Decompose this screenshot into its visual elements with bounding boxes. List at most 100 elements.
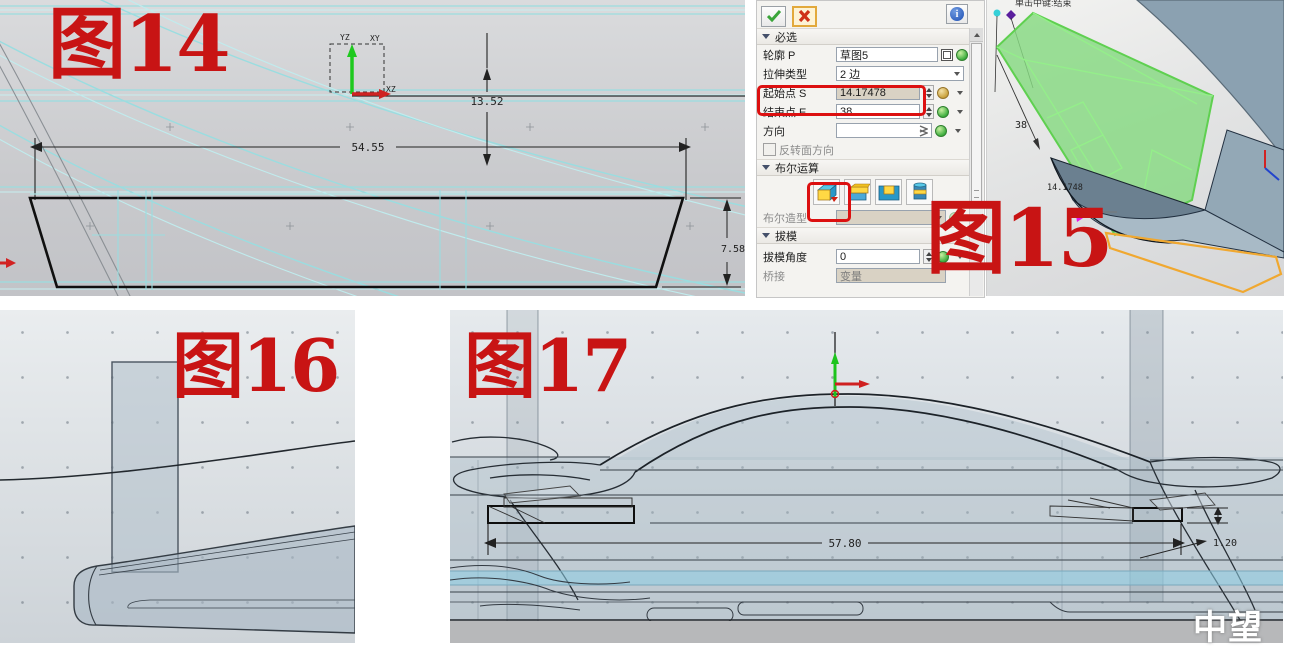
end-point-label: 结束点 E xyxy=(763,104,833,120)
dim-text-7-58: 7.58 xyxy=(721,244,745,255)
draft-angle-input[interactable]: 0 xyxy=(836,249,920,264)
point-marker-icon xyxy=(994,10,1001,17)
draft-angle-dropdown[interactable] xyxy=(952,249,963,264)
ok-button[interactable] xyxy=(761,6,786,27)
boolean-remove-icon xyxy=(877,182,901,202)
boolean-remove-button[interactable] xyxy=(875,179,902,205)
section-boolean[interactable]: 布尔运算 xyxy=(757,159,970,176)
fig15-canvas: 单击中键:结束 38 xyxy=(987,0,1284,296)
extrude-type-label: 拉伸类型 xyxy=(763,66,833,82)
row-draft-angle: 拔模角度 0 xyxy=(757,247,970,266)
check-icon xyxy=(767,10,781,22)
draft-angle-label: 拔模角度 xyxy=(763,249,833,265)
row-bridge: 桥接 变量 xyxy=(757,266,970,285)
x-axis-arrow-icon xyxy=(859,380,870,388)
section-boolean-label: 布尔运算 xyxy=(775,160,819,176)
draft-angle-spinner[interactable] xyxy=(923,249,934,264)
start-point-spinner[interactable] xyxy=(923,85,934,100)
fig16-canvas xyxy=(0,310,355,643)
direction-input[interactable] xyxy=(836,123,932,138)
viewport-fig16[interactable]: 图16 xyxy=(0,310,355,643)
start-point-input[interactable]: 14.17478 xyxy=(836,85,920,100)
view-axis-arrow-icon xyxy=(0,258,16,268)
section-required[interactable]: 必选 xyxy=(757,28,970,45)
chevron-down-icon xyxy=(957,255,963,259)
row-boolean-shape: 布尔造型 xyxy=(757,208,970,227)
y-axis-arrow-icon xyxy=(831,352,839,364)
start-point-pick-icon[interactable] xyxy=(937,87,949,99)
boolean-intersect-button[interactable] xyxy=(906,179,933,205)
end-point-spinner[interactable] xyxy=(923,104,934,119)
panel-scrollbar[interactable] xyxy=(969,28,983,296)
viewport-fig17[interactable]: 57.80 1.20 图17 xyxy=(450,310,1283,643)
fig14-canvas: YZ XY XZ 13.52 54.55 xyxy=(0,0,745,296)
chevron-down-icon xyxy=(955,129,961,133)
datum-label-xz: XZ xyxy=(386,85,396,94)
chevron-down-icon xyxy=(957,91,963,95)
boolean-shape-field[interactable] xyxy=(836,210,946,225)
sketch-list-icon[interactable] xyxy=(941,49,953,61)
scrollbar-thumb[interactable] xyxy=(971,43,982,203)
chevron-down-icon xyxy=(936,216,942,220)
boolean-intersect-icon xyxy=(908,182,932,202)
bridge-field: 变量 xyxy=(836,268,946,283)
flip-face-checkbox[interactable] xyxy=(763,143,776,156)
section-draft-label: 拔模 xyxy=(775,228,797,244)
section-draft[interactable]: 拔模 xyxy=(757,227,970,244)
dim-text-1-20: 1.20 xyxy=(1213,538,1237,549)
collapse-triangle-icon xyxy=(762,165,770,170)
fig17-canvas: 57.80 1.20 xyxy=(450,310,1283,643)
info-icon: i xyxy=(950,7,964,21)
bridge-value: 变量 xyxy=(840,268,862,283)
boolean-add-icon xyxy=(846,182,870,202)
extrude-type-value: 2 边 xyxy=(840,66,860,81)
chevron-down-icon xyxy=(957,110,963,114)
row-start-point: 起始点 S 14.17478 xyxy=(757,83,970,102)
end-point-pick-icon[interactable] xyxy=(937,106,949,118)
row-direction: 方向 xyxy=(757,121,970,140)
end-point-input[interactable]: 38 xyxy=(836,104,920,119)
cancel-button[interactable] xyxy=(792,6,817,27)
start-point-dropdown[interactable] xyxy=(952,85,963,100)
datum-label-yz: YZ xyxy=(340,33,350,42)
cad-tutorial-collage: YZ XY XZ 13.52 54.55 xyxy=(0,0,1290,653)
profile-pick-icon[interactable] xyxy=(956,49,968,61)
row-end-point: 结束点 E 38 xyxy=(757,102,970,121)
y-axis-arrow-icon xyxy=(347,44,357,57)
boolean-add-button[interactable] xyxy=(844,179,871,205)
end-point-dropdown[interactable] xyxy=(952,104,963,119)
row-extrude-type: 拉伸类型 2 边 xyxy=(757,64,970,83)
extrude-type-select[interactable]: 2 边 xyxy=(836,66,964,81)
profile-field[interactable]: 草图5 xyxy=(836,47,938,62)
dim-text-57-80: 57.80 xyxy=(828,537,861,550)
dim-text-14-1748: 14.1748 xyxy=(1047,183,1083,193)
profile-label: 轮廓 P xyxy=(763,47,833,63)
collapse-triangle-icon xyxy=(762,34,770,39)
end-point-value: 38 xyxy=(840,106,852,118)
draft-angle-value: 0 xyxy=(840,251,846,263)
scrollbar-up-button[interactable] xyxy=(970,28,983,42)
datum-origin: YZ XY XZ xyxy=(330,33,745,99)
chevron-down-icon xyxy=(954,72,960,76)
bridge-label: 桥接 xyxy=(763,268,833,284)
watermark: 中望 xyxy=(1193,600,1283,646)
direction-pick-icon[interactable] xyxy=(935,125,947,137)
boolean-operation-icons xyxy=(757,176,970,208)
row-flip-face: 反转面方向 xyxy=(757,140,970,159)
direction-label: 方向 xyxy=(763,123,833,139)
middle-click-hint: 单击中键:结束 xyxy=(1015,0,1072,8)
dim-text-13-52: 13.52 xyxy=(470,95,503,108)
direction-dropdown[interactable] xyxy=(950,123,961,138)
collapse-triangle-icon xyxy=(762,233,770,238)
viewport-fig14[interactable]: YZ XY XZ 13.52 54.55 xyxy=(0,0,745,296)
x-icon xyxy=(798,10,811,22)
draft-angle-pick-icon[interactable] xyxy=(937,251,949,263)
viewport-fig15[interactable]: 单击中键:结束 38 xyxy=(986,0,1284,296)
section-required-label: 必选 xyxy=(775,29,797,45)
info-button[interactable]: i xyxy=(946,4,968,24)
start-point-label: 起始点 S xyxy=(763,85,833,101)
panel-toolbar: i xyxy=(757,1,984,31)
dim-text-54-55: 54.55 xyxy=(351,141,384,154)
boolean-base-button[interactable] xyxy=(813,179,840,205)
ground-strip xyxy=(450,621,1283,643)
